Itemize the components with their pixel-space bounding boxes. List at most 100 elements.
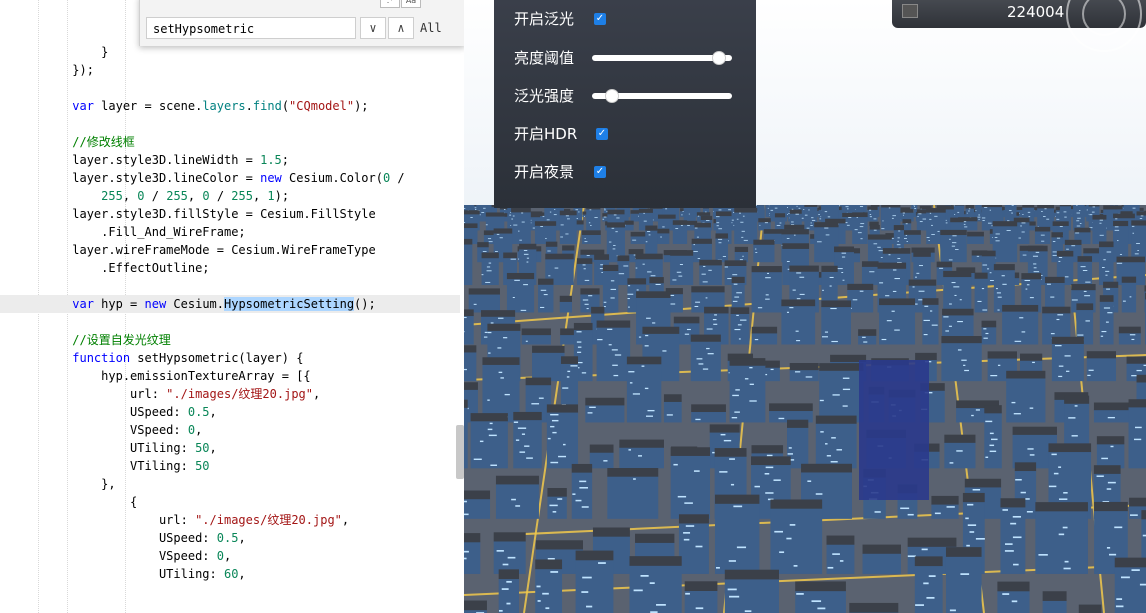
building (672, 220, 688, 245)
building (678, 514, 709, 574)
building (684, 581, 718, 613)
building (699, 259, 722, 286)
code-line[interactable]: function setHypsometric(layer) { (0, 349, 460, 367)
code-line[interactable]: 255, 0 / 255, 0 / 255, 1); (0, 187, 460, 205)
building (586, 205, 601, 231)
building (769, 403, 813, 423)
buildings (464, 205, 1146, 613)
status-value: 224004 (1007, 3, 1065, 21)
bloom-checkbox[interactable]: ✓ (594, 13, 606, 25)
building (751, 326, 778, 345)
code-line[interactable]: layer.style3D.lineWidth = 1.5; (0, 151, 460, 169)
building (663, 394, 682, 423)
code-line[interactable]: layer.style3D.fillStyle = Cesium.FillSty… (0, 205, 460, 223)
building (861, 261, 879, 286)
code-line[interactable]: UTiling: 50, (0, 439, 460, 457)
previous-match-button[interactable]: ∧ (388, 17, 414, 39)
building (940, 229, 967, 263)
compass-ring[interactable] (1082, 0, 1126, 36)
layer-icon[interactable] (902, 4, 918, 18)
brightness-slider-handle[interactable] (711, 51, 726, 65)
settings-panel: 开启泛光 ✓ 亮度阈值 泛光强度 开启HDR ✓ 开启夜景 ✓ (494, 0, 756, 208)
building (1128, 399, 1146, 469)
night-label: 开启夜景 (514, 163, 575, 181)
code-line[interactable]: .Fill_And_WireFrame; (0, 223, 460, 241)
hdr-row: 开启HDR (514, 122, 577, 146)
building (470, 413, 508, 469)
brightness-label: 亮度阈值 (514, 49, 575, 67)
next-match-button[interactable]: ∨ (360, 17, 386, 39)
building (464, 490, 491, 519)
code-line[interactable]: url: "./images/纹理20.jpg", (0, 385, 460, 403)
building (789, 363, 819, 382)
find-input[interactable]: setHypsometric (146, 17, 356, 39)
building (619, 439, 664, 469)
building (724, 569, 779, 613)
code-line[interactable]: //修改线框 (0, 133, 460, 151)
building (670, 447, 711, 519)
building (626, 356, 662, 423)
brightness-slider[interactable] (592, 51, 732, 65)
building (931, 495, 959, 519)
code-line[interactable] (0, 115, 460, 133)
building (852, 212, 868, 245)
code-line[interactable]: .EffectOutline; (0, 259, 460, 277)
building (858, 329, 877, 345)
building (538, 278, 554, 313)
building (1131, 220, 1146, 263)
hdr-checkbox[interactable]: ✓ (596, 128, 608, 140)
code-line[interactable]: VTiling: 50 (0, 457, 460, 475)
building (464, 399, 468, 469)
building (901, 230, 921, 245)
code-line[interactable]: }, (0, 475, 460, 493)
building (596, 320, 631, 382)
building (1113, 220, 1129, 263)
building (1118, 326, 1141, 345)
code-line[interactable]: }); (0, 61, 460, 79)
chevron-down-icon: ∨ (369, 21, 377, 35)
night-checkbox[interactable]: ✓ (594, 166, 606, 178)
highlighted-building (859, 360, 929, 500)
building (468, 288, 500, 313)
building (734, 207, 758, 245)
code-line[interactable]: hyp.emissionTextureArray = [{ (0, 367, 460, 385)
match-regex-toggle[interactable]: .* (380, 0, 400, 8)
building (495, 475, 539, 519)
building (714, 494, 760, 574)
code-line[interactable] (0, 277, 460, 295)
match-case-toggle[interactable]: Aa (401, 0, 421, 8)
code-line[interactable]: url: "./images/纹理20.jpg", (0, 511, 460, 529)
night-row: 开启夜景 (514, 160, 574, 184)
bloom-intensity-slider-handle[interactable] (604, 89, 619, 103)
find-all-label[interactable]: All (420, 17, 442, 39)
code-line[interactable]: layer.wireFrameMode = Cesium.WireFrameTy… (0, 241, 460, 259)
building (753, 239, 775, 263)
building (862, 544, 901, 574)
building (464, 238, 473, 286)
code-line[interactable] (0, 313, 460, 331)
building (485, 212, 505, 231)
code-line[interactable]: { (0, 493, 460, 511)
building (758, 218, 771, 231)
building (819, 363, 864, 423)
code-editor[interactable]: } }); var layer = scene.layers.find("CQm… (0, 0, 464, 613)
code-line[interactable]: USpeed: 0.5, (0, 403, 460, 421)
code-line[interactable] (0, 79, 460, 97)
bloom-intensity-label: 泛光强度 (514, 87, 575, 105)
building (559, 210, 577, 245)
code-line[interactable]: //设置自发光纹理 (0, 331, 460, 349)
building (1114, 557, 1146, 613)
editor-scrollbar-thumb[interactable] (456, 425, 464, 479)
bloom-intensity-slider[interactable] (592, 89, 732, 103)
code-line[interactable]: var hyp = new Cesium.HypsometricSetting(… (0, 295, 460, 313)
building (576, 258, 593, 286)
code-line[interactable]: layer.style3D.lineColor = new Cesium.Col… (0, 169, 460, 187)
code-line[interactable]: USpeed: 0.5, (0, 529, 460, 547)
building (729, 358, 766, 423)
code-line[interactable]: UTiling: 60, (0, 565, 460, 583)
building (607, 468, 659, 519)
code-line[interactable]: var layer = scene.layers.find("CQmodel")… (0, 97, 460, 115)
code-line[interactable]: VSpeed: 0, (0, 547, 460, 565)
code-line[interactable]: VSpeed: 0, (0, 421, 460, 439)
building (690, 334, 721, 382)
